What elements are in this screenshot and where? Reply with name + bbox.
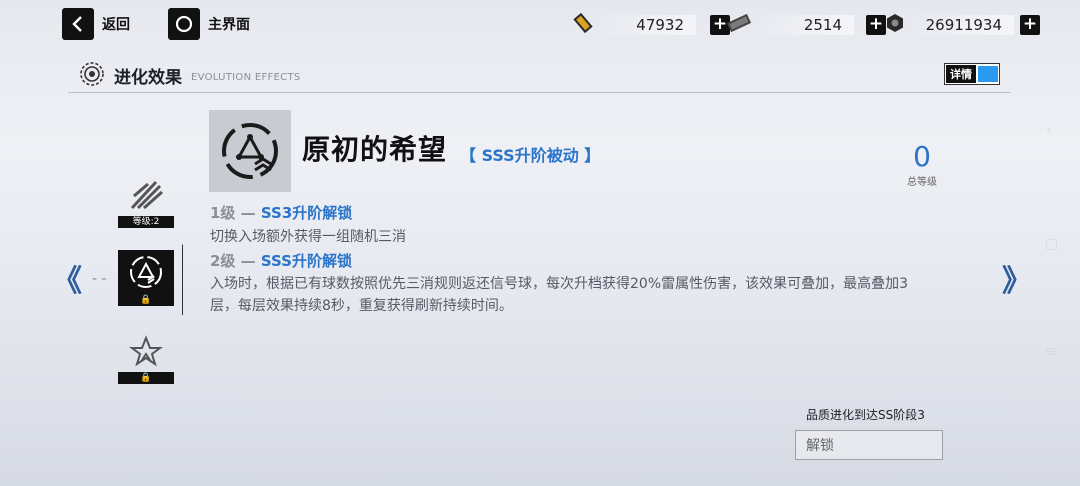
resource-coin: 26911934 + bbox=[884, 12, 1040, 38]
section-divider bbox=[68, 92, 1010, 93]
detail-switch bbox=[978, 66, 998, 82]
level-2-desc: 入场时，根据已有球数按照优先三消规则返还信号球，每次升档获得20%雷属性伤害，该… bbox=[210, 276, 909, 314]
level-1-name: SS3升阶解锁 bbox=[260, 204, 353, 222]
chip-value: 2514 bbox=[752, 15, 854, 35]
level-1-line: 1级 — SS3升阶解锁 bbox=[210, 202, 352, 223]
coin-value: 26911934 bbox=[906, 15, 1014, 35]
skill-icon-box bbox=[209, 110, 291, 192]
detail-label: 详情 bbox=[946, 65, 976, 83]
level-2-line: 2级 — SSS升阶解锁 bbox=[210, 250, 352, 271]
triangle-orbit-icon bbox=[222, 123, 278, 179]
skill-card-3[interactable]: 🔒 bbox=[118, 328, 174, 384]
chip-icon bbox=[726, 12, 752, 38]
claw-strike-icon bbox=[118, 172, 174, 216]
home-button[interactable]: 主界面 bbox=[168, 8, 250, 40]
detail-toggle[interactable]: 详情 bbox=[944, 63, 1000, 85]
skill-name: 原初的希望 bbox=[302, 133, 448, 166]
unlock-requirement: 品质进化到达SS阶段3 bbox=[806, 408, 925, 422]
total-level: 0 总等级 bbox=[900, 140, 944, 188]
level-2-name: SSS升阶解锁 bbox=[260, 252, 352, 270]
gear-target-icon bbox=[80, 62, 104, 86]
selection-connector: - - bbox=[92, 271, 107, 287]
level-2-prefix: 2级 — bbox=[210, 252, 261, 270]
next-arrow-button[interactable]: 》 bbox=[1002, 256, 1032, 300]
chevron-left-icon bbox=[62, 8, 94, 40]
lock-icon: 🔒 bbox=[118, 294, 174, 306]
unlock-button[interactable]: 解锁 bbox=[795, 430, 943, 460]
ticket-value: 47932 bbox=[594, 15, 696, 35]
total-level-label: 总等级 bbox=[907, 177, 937, 188]
section-header-icon bbox=[78, 60, 106, 92]
star-burst-icon bbox=[118, 328, 174, 372]
side-menu-icon[interactable]: ≡ bbox=[1045, 344, 1057, 360]
lock-icon: 🔒 bbox=[118, 372, 174, 384]
skill-tag: 【 SSS升阶被动 】 bbox=[460, 146, 601, 165]
level-1-desc: 切换入场额外获得一组随机三消 bbox=[210, 229, 406, 245]
level-1-prefix: 1级 — bbox=[210, 204, 261, 222]
back-button[interactable]: 返回 bbox=[62, 8, 130, 40]
prev-arrow-button[interactable]: 《 bbox=[52, 256, 82, 300]
skill-card-1[interactable]: 等级:2 bbox=[118, 172, 174, 228]
total-level-value: 0 bbox=[913, 140, 931, 173]
side-back-icon[interactable]: ‹ bbox=[1046, 122, 1052, 138]
section-title: 进化效果 bbox=[114, 68, 182, 88]
circle-home-icon bbox=[168, 8, 200, 40]
triangle-orbit-icon bbox=[118, 250, 174, 294]
back-label: 返回 bbox=[102, 17, 130, 33]
resource-chip: 2514 + bbox=[726, 12, 886, 38]
skill-card-1-level: 等级:2 bbox=[118, 216, 174, 228]
home-label: 主界面 bbox=[208, 17, 250, 33]
add-chip-button[interactable]: + bbox=[866, 15, 886, 35]
skill-card-2[interactable]: 🔒 bbox=[118, 250, 174, 306]
resource-ticket: 47932 + bbox=[572, 12, 730, 38]
side-home-icon[interactable]: ▢ bbox=[1045, 236, 1058, 252]
ticket-icon bbox=[572, 12, 594, 38]
coin-icon bbox=[884, 12, 906, 38]
add-coin-button[interactable]: + bbox=[1020, 15, 1040, 35]
section-subtitle: EVOLUTION EFFECTS bbox=[191, 72, 301, 83]
